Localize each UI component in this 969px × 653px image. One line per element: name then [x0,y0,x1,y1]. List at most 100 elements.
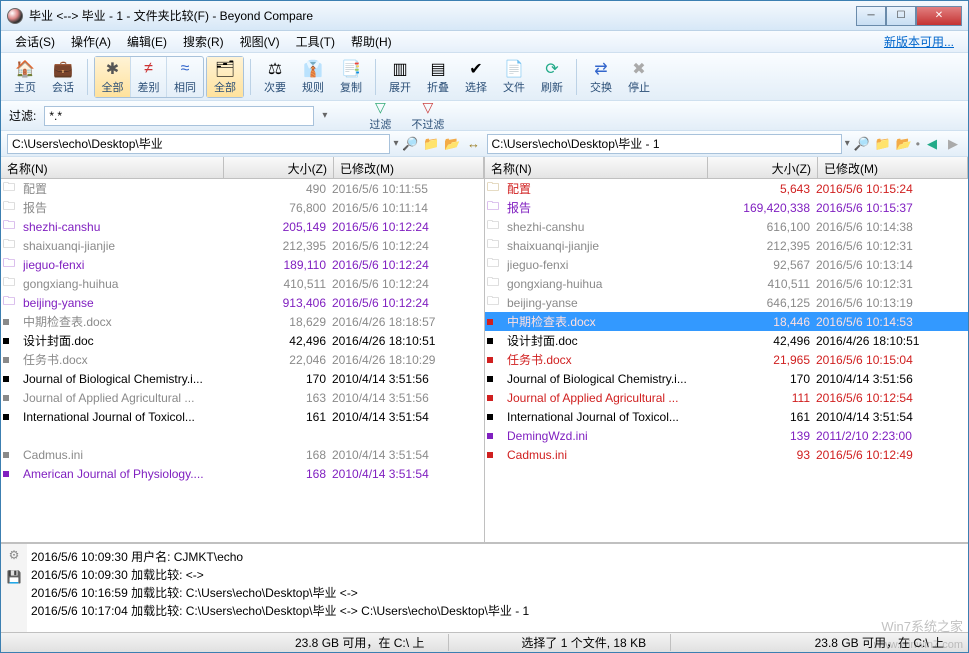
session-button[interactable]: 💼会话 [45,57,81,97]
refresh-button[interactable]: ⟳刷新 [534,57,570,97]
left-path-input[interactable] [7,134,390,154]
right-browse-icon[interactable]: 🔎 [853,135,871,153]
apply-filter-button[interactable]: ▽过滤 [363,99,397,132]
left-history-icon[interactable]: ↔ [465,135,483,153]
right-file-list[interactable]: 🗀配置5,6432016/5/6 10:15:24🗀报告169,420,3382… [485,179,968,542]
all-structure-button[interactable]: 🗂全部 [207,57,243,97]
file-row[interactable]: 任务书.docx22,0462016/4/26 18:10:29 [1,350,484,369]
toolbar: 🏠主页 💼会话 ✱全部 ≠差别 ≈相同 🗂全部 ⚖次要 👔规则 📑复制 ▥展开 … [1,53,968,101]
file-row[interactable]: Journal of Biological Chemistry.i...1702… [1,369,484,388]
left-browse-icon[interactable]: 🔎 [402,135,420,153]
new-version-link[interactable]: 新版本可用... [884,33,962,50]
file-row[interactable]: 设计封面.doc42,4962016/4/26 18:10:51 [485,331,968,350]
file-row[interactable]: Cadmus.ini1682010/4/14 3:51:54 [1,445,484,464]
funnel-off-icon: ▽ [422,99,433,116]
folder-icon: 🗀 [487,220,503,234]
file-bullet-icon [487,391,503,405]
right-fwd-icon[interactable]: ▶ [944,135,962,153]
swap-button[interactable]: ⇄交换 [583,57,619,97]
left-col-name[interactable]: 名称(N) [1,157,224,178]
file-row[interactable]: 🗀配置4902016/5/6 10:11:55 [1,179,484,198]
right-back-icon[interactable]: ◀ [923,135,941,153]
file-row[interactable]: 🗀gongxiang-huihua410,5112016/5/6 10:12:3… [485,274,968,293]
file-row[interactable]: International Journal of Toxicol...16120… [485,407,968,426]
file-size: 170 [706,372,816,386]
rules-button[interactable]: 👔规则 [295,57,331,97]
menu-session[interactable]: 会话(S) [7,31,63,52]
file-row[interactable]: 🗀jieguo-fenxi92,5672016/5/6 10:13:14 [485,255,968,274]
file-row[interactable]: International Journal of Toxicol...16120… [1,407,484,426]
same-button[interactable]: ≈相同 [167,57,203,97]
file-row[interactable]: 🗀shezhi-canshu616,1002016/5/6 10:14:38 [485,217,968,236]
file-size: 93 [706,448,816,462]
file-bullet-icon [487,353,503,367]
file-row[interactable]: 🗀报告76,8002016/5/6 10:11:14 [1,198,484,217]
home-button[interactable]: 🏠主页 [7,57,43,97]
folder-icon: 🗀 [487,296,503,310]
filter-input[interactable] [44,106,314,126]
file-row[interactable]: Journal of Applied Agricultural ...16320… [1,388,484,407]
minimize-button[interactable]: ─ [856,6,886,26]
file-name: American Journal of Physiology.... [23,467,222,481]
menu-action[interactable]: 操作(A) [63,31,119,52]
right-col-size[interactable]: 大小(Z) [708,157,818,178]
right-folder-icon[interactable]: 📁 [874,135,892,153]
right-up-icon[interactable]: 📂 [895,135,913,153]
file-row[interactable]: 🗀报告169,420,3382016/5/6 10:15:37 [485,198,968,217]
minor-button[interactable]: ⚖次要 [257,57,293,97]
expand-button[interactable]: ▥展开 [382,57,418,97]
file-row[interactable]: 🗀shaixuanqi-jianjie212,3952016/5/6 10:12… [485,236,968,255]
filter-mode-group: ✱全部 ≠差别 ≈相同 [94,56,204,98]
log-gear-icon[interactable]: ⚙ [9,548,20,562]
left-up-icon[interactable]: 📂 [444,135,462,153]
close-button[interactable]: ✕ [916,6,962,26]
file-row[interactable]: 🗀配置5,6432016/5/6 10:15:24 [485,179,968,198]
collapse-button[interactable]: ▤折叠 [420,57,456,97]
diff-button[interactable]: ≠差别 [131,57,167,97]
menu-search[interactable]: 搜索(R) [175,31,232,52]
right-path-input[interactable] [487,134,842,154]
left-col-size[interactable]: 大小(Z) [224,157,334,178]
menu-tools[interactable]: 工具(T) [288,31,343,52]
folder-icon: 🗀 [3,239,19,253]
menu-view[interactable]: 视图(V) [232,31,288,52]
file-row[interactable]: DemingWzd.ini1392011/2/10 2:23:00 [485,426,968,445]
file-row[interactable]: 中期检查表.docx18,4462016/5/6 10:14:53 [485,312,968,331]
file-row[interactable]: 🗀gongxiang-huihua410,5112016/5/6 10:12:2… [1,274,484,293]
file-row[interactable] [1,426,484,445]
log-panel: ⚙ 💾 2016/5/6 10:09:30 用户名: CJMKT\echo201… [1,542,968,632]
file-bullet-icon [487,429,503,443]
menu-help[interactable]: 帮助(H) [343,31,400,52]
left-file-list[interactable]: 🗀配置4902016/5/6 10:11:55🗀报告76,8002016/5/6… [1,179,484,542]
copy-button[interactable]: 📑复制 [333,57,369,97]
file-row[interactable]: 设计封面.doc42,4962016/4/26 18:10:51 [1,331,484,350]
file-row[interactable]: 任务书.docx21,9652016/5/6 10:15:04 [485,350,968,369]
not-equal-icon: ≠ [139,59,159,79]
file-row[interactable]: Journal of Biological Chemistry.i...1702… [485,369,968,388]
file-row[interactable]: 🗀beijing-yanse913,4062016/5/6 10:12:24 [1,293,484,312]
file-row[interactable]: 🗀beijing-yanse646,1252016/5/6 10:13:19 [485,293,968,312]
right-col-name[interactable]: 名称(N) [485,157,708,178]
file-row[interactable]: 🗀jieguo-fenxi189,1102016/5/6 10:12:24 [1,255,484,274]
file-button[interactable]: 📄文件 [496,57,532,97]
file-row[interactable]: Cadmus.ini932016/5/6 10:12:49 [485,445,968,464]
no-filter-button[interactable]: ▽不过滤 [405,99,450,132]
menu-edit[interactable]: 编辑(E) [119,31,175,52]
maximize-button[interactable]: ☐ [886,6,916,26]
file-row[interactable]: Journal of Applied Agricultural ...11120… [485,388,968,407]
log-save-icon[interactable]: 💾 [7,570,22,584]
file-size: 92,567 [706,258,816,272]
all-button[interactable]: ✱全部 [95,57,131,97]
stop-button[interactable]: ✖停止 [621,57,657,97]
right-col-mod[interactable]: 已修改(M) [818,157,968,178]
file-row[interactable]: 中期检查表.docx18,6292016/4/26 18:18:57 [1,312,484,331]
left-col-mod[interactable]: 已修改(M) [334,157,484,178]
file-row[interactable]: 🗀shaixuanqi-jianjie212,3952016/5/6 10:12… [1,236,484,255]
select-button[interactable]: ✔选择 [458,57,494,97]
file-row[interactable]: American Journal of Physiology....168201… [1,464,484,483]
file-bullet-icon [3,467,19,481]
left-folder-icon[interactable]: 📁 [423,135,441,153]
file-row[interactable]: 🗀shezhi-canshu205,1492016/5/6 10:12:24 [1,217,484,236]
folder-icon: 🗀 [487,277,503,291]
log-text[interactable]: 2016/5/6 10:09:30 用户名: CJMKT\echo2016/5/… [27,544,968,632]
